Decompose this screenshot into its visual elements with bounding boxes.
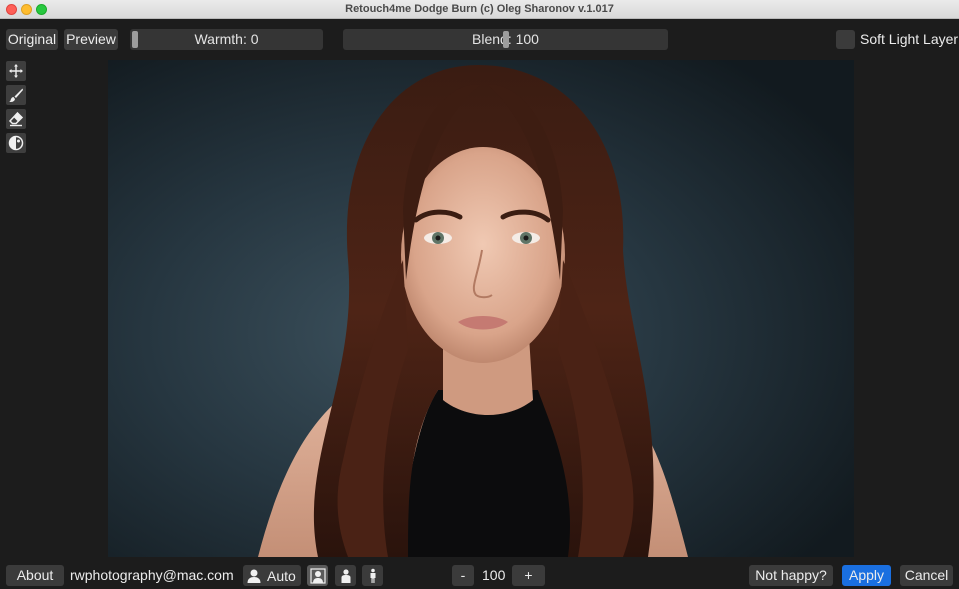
soft-light-checkbox[interactable] — [836, 30, 855, 49]
preview-button[interactable]: Preview — [64, 29, 118, 50]
full-body-icon — [370, 568, 375, 583]
blend-slider-thumb[interactable] — [503, 31, 509, 48]
soft-light-label: Soft Light Layer — [860, 31, 959, 47]
blend-slider[interactable]: Blend: 100 — [343, 29, 668, 50]
eraser-icon — [8, 111, 24, 127]
about-button[interactable]: About — [6, 565, 64, 586]
eraser-tool-button[interactable] — [6, 109, 26, 129]
contrast-tool-button[interactable] — [6, 133, 26, 153]
cancel-button[interactable]: Cancel — [900, 565, 953, 586]
contrast-icon — [8, 135, 24, 151]
brush-tool-button[interactable] — [6, 85, 26, 105]
portrait-mode-button[interactable] — [307, 565, 328, 586]
warmth-slider[interactable]: Warmth: 0 — [130, 29, 323, 50]
portrait-image — [108, 60, 854, 557]
full-body-mode-button[interactable] — [362, 565, 383, 586]
account-email: rwphotography@mac.com — [70, 567, 234, 583]
portrait-mode-icon — [309, 567, 326, 584]
move-icon — [9, 64, 23, 78]
warmth-label: Warmth: 0 — [194, 31, 259, 47]
apply-button[interactable]: Apply — [842, 565, 891, 586]
window-title: Retouch4me Dodge Burn (c) Oleg Sharonov … — [345, 3, 614, 15]
half-body-mode-button[interactable] — [335, 565, 356, 586]
original-button[interactable]: Original — [6, 29, 58, 50]
zoom-out-button[interactable]: - — [452, 565, 474, 586]
image-canvas[interactable] — [108, 60, 854, 557]
not-happy-button[interactable]: Not happy? — [749, 565, 833, 586]
auto-label: Auto — [267, 567, 296, 584]
brush-icon — [9, 88, 23, 102]
zoom-in-button[interactable]: + — [512, 565, 545, 586]
half-body-icon — [341, 568, 350, 583]
title-bar: Retouch4me Dodge Burn (c) Oleg Sharonov … — [0, 0, 959, 19]
zoom-value: 100 — [482, 567, 506, 583]
auto-button[interactable]: Auto — [243, 565, 301, 586]
move-tool-button[interactable] — [6, 61, 26, 81]
person-icon — [247, 569, 261, 583]
